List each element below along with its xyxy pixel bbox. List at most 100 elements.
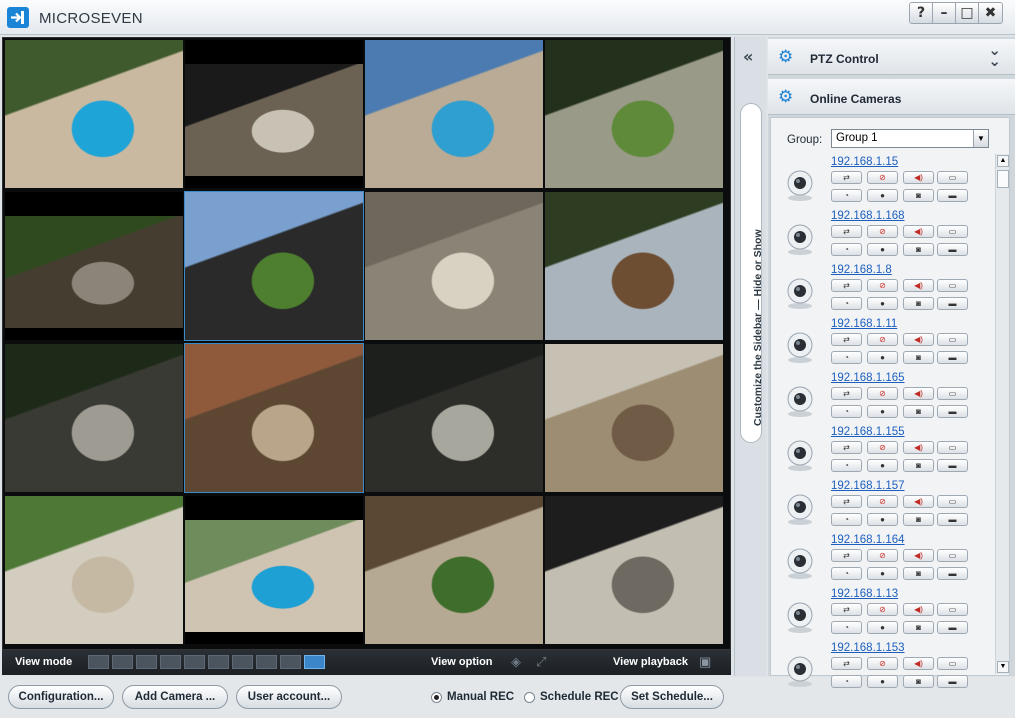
window-icon[interactable]: ▬ [937,297,968,310]
manual-rec-radio[interactable] [431,692,442,703]
network-icon[interactable]: ▭ [937,549,968,562]
ptz-icon[interactable]: ⇄ [831,441,862,454]
window-icon[interactable]: ▬ [937,351,968,364]
ptz-icon[interactable]: ⇄ [831,495,862,508]
network-icon[interactable]: ▭ [937,495,968,508]
ptz-icon[interactable]: ⇄ [831,333,862,346]
ptz-icon[interactable]: ⇄ [831,225,862,238]
layout-7-icon[interactable] [232,655,253,669]
talk-icon[interactable]: ◔ [831,189,862,202]
help-button[interactable]: ? [910,3,933,23]
record-icon[interactable]: ● [867,405,898,418]
network-icon[interactable]: ▭ [937,387,968,400]
record-icon[interactable]: ● [867,243,898,256]
sidebar-hide-show-tab[interactable]: Customize the Sidebar — Hide or Show [740,103,764,443]
ptz-icon[interactable]: ⇄ [831,603,862,616]
record-icon[interactable]: ● [867,675,898,688]
layout-5-icon[interactable] [184,655,205,669]
scroll-thumb[interactable] [997,170,1009,188]
speaker-icon[interactable]: ◀) [903,657,934,670]
speaker-icon[interactable]: ◀) [903,387,934,400]
camera-feed-3[interactable] [365,40,543,188]
configuration-button[interactable]: Configuration... [8,685,114,709]
camera-feed-10[interactable] [184,343,364,493]
camera-ip-link[interactable]: 192.168.1.11 [831,318,897,330]
double-chevron-down-icon[interactable]: ⌄ ⌄ [988,43,1001,69]
block-icon[interactable]: ⊘ [867,333,898,346]
snapshot-icon[interactable]: ◙ [903,459,934,472]
window-icon[interactable]: ▬ [937,189,968,202]
talk-icon[interactable]: ◔ [831,405,862,418]
ptz-icon[interactable]: ⇄ [831,171,862,184]
camera-ip-link[interactable]: 192.168.1.164 [831,534,905,546]
close-button[interactable]: ✖ [979,3,1002,23]
window-icon[interactable]: ▬ [937,621,968,634]
camera-ip-link[interactable]: 192.168.1.168 [831,210,905,222]
ptz-icon[interactable]: ⇄ [831,549,862,562]
minimize-button[interactable]: – [933,3,956,23]
speaker-icon[interactable]: ◀) [903,333,934,346]
ptz-control-header[interactable]: ⚙ PTZ Control ⌄ ⌄ [768,39,1015,75]
camera-feed-5[interactable] [5,192,183,340]
block-icon[interactable]: ⊘ [867,387,898,400]
layout-4-icon[interactable] [160,655,181,669]
record-icon[interactable]: ● [867,513,898,526]
talk-icon[interactable]: ◔ [831,567,862,580]
talk-icon[interactable]: ◔ [831,513,862,526]
window-icon[interactable]: ▬ [937,459,968,472]
speaker-icon[interactable]: ◀) [903,225,934,238]
ptz-icon[interactable]: ⇄ [831,279,862,292]
speaker-icon[interactable]: ◀) [903,495,934,508]
camera-feed-4[interactable] [545,40,723,188]
record-icon[interactable]: ● [867,189,898,202]
layout-6-icon[interactable] [208,655,229,669]
speaker-icon[interactable]: ◀) [903,549,934,562]
film-reel-icon[interactable]: ▣ [699,655,721,669]
camera-feed-7[interactable] [365,192,543,340]
record-icon[interactable]: ● [867,567,898,580]
network-icon[interactable]: ▭ [937,225,968,238]
camera-feed-8[interactable] [545,192,723,340]
layout-10-icon[interactable] [304,655,325,669]
snapshot-icon[interactable]: ◙ [903,189,934,202]
record-icon[interactable]: ● [867,297,898,310]
snapshot-icon[interactable]: ◙ [903,297,934,310]
snapshot-icon[interactable]: ◙ [903,351,934,364]
block-icon[interactable]: ⊘ [867,657,898,670]
block-icon[interactable]: ⊘ [867,279,898,292]
snapshot-icon[interactable]: ◙ [903,621,934,634]
network-icon[interactable]: ▭ [937,171,968,184]
user-account-button[interactable]: User account... [236,685,342,709]
camera-feed-9[interactable] [5,344,183,492]
camera-feed-1[interactable] [5,40,183,188]
camera-feed-15[interactable] [365,496,543,644]
block-icon[interactable]: ⊘ [867,441,898,454]
scroll-down-icon[interactable]: ▼ [997,661,1009,673]
camera-ip-link[interactable]: 192.168.1.13 [831,588,898,600]
speaker-icon[interactable]: ◀) [903,441,934,454]
block-icon[interactable]: ⊘ [867,603,898,616]
network-icon[interactable]: ▭ [937,279,968,292]
layout-3-icon[interactable] [136,655,157,669]
camera-feed-13[interactable] [5,496,183,644]
speaker-icon[interactable]: ◀) [903,171,934,184]
camera-ip-link[interactable]: 192.168.1.157 [831,480,905,492]
camera-feed-12[interactable] [545,344,723,492]
block-icon[interactable]: ⊘ [867,495,898,508]
record-icon[interactable]: ● [867,621,898,634]
camera-ip-link[interactable]: 192.168.1.153 [831,642,905,654]
camera-ip-link[interactable]: 192.168.1.15 [831,156,898,168]
talk-icon[interactable]: ◔ [831,297,862,310]
block-icon[interactable]: ⊘ [867,171,898,184]
snapshot-icon[interactable]: ◙ [903,243,934,256]
snapshot-icon[interactable]: ◙ [903,675,934,688]
record-icon[interactable]: ● [867,459,898,472]
maximize-button[interactable]: □ [956,3,979,23]
scroll-up-icon[interactable]: ▲ [997,155,1009,167]
ptz-icon[interactable]: ⇄ [831,657,862,670]
talk-icon[interactable]: ◔ [831,351,862,364]
layout-9-icon[interactable] [280,655,301,669]
ptz-icon[interactable]: ⇄ [831,387,862,400]
camera-feed-2[interactable] [185,40,363,188]
window-icon[interactable]: ▬ [937,675,968,688]
